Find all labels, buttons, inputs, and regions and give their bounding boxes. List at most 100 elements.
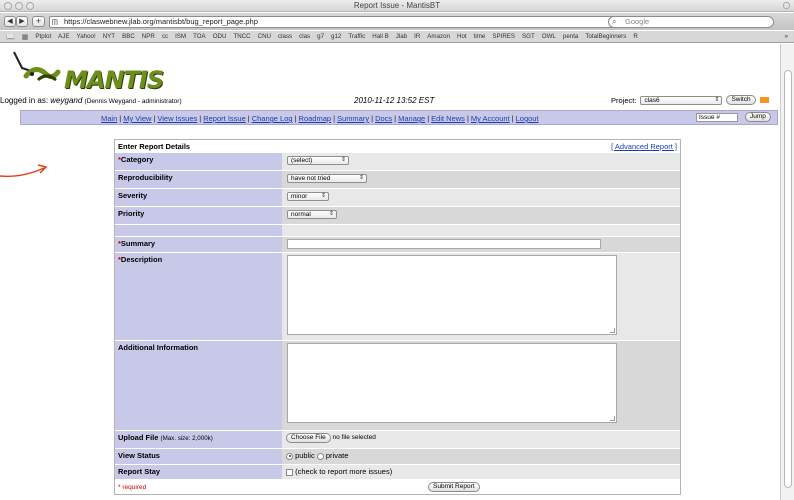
bookmark-item[interactable]: penta bbox=[563, 33, 578, 40]
report-stay-text: (check to report more issues) bbox=[295, 467, 393, 476]
select-arrows-icon: ⇕ bbox=[320, 193, 326, 199]
menu-item-edit-news[interactable]: Edit News bbox=[431, 114, 465, 123]
bookmark-item[interactable]: SGT bbox=[522, 33, 535, 40]
bookmark-item[interactable]: TotalBeginners bbox=[585, 33, 626, 40]
reproducibility-select[interactable]: have not tried ⇕ bbox=[287, 174, 367, 183]
select-arrows-icon: ⇕ bbox=[328, 211, 334, 217]
additional-info-row: Additional Information bbox=[115, 341, 680, 431]
resize-grip-icon[interactable] bbox=[610, 328, 615, 333]
menu-item-my-account[interactable]: My Account bbox=[471, 114, 510, 123]
bookmark-item[interactable]: g12 bbox=[331, 33, 341, 40]
logged-in-info: Logged in as: weygand (Dennis Weygand - … bbox=[0, 96, 182, 105]
current-datetime: 2010-11-12 13:52 EST bbox=[354, 96, 435, 105]
bookmarks-overflow-icon[interactable]: » bbox=[785, 33, 794, 40]
bookmark-item[interactable]: cc bbox=[162, 33, 168, 40]
bookmark-item[interactable]: Hot bbox=[457, 33, 467, 40]
description-textarea[interactable] bbox=[287, 255, 617, 335]
menu-item-view-issues[interactable]: View Issues bbox=[157, 114, 197, 123]
severity-label: Severity bbox=[115, 189, 282, 206]
bookmark-item[interactable]: CNU bbox=[258, 33, 271, 40]
bookmark-item[interactable]: Amazon bbox=[427, 33, 450, 40]
book-icon[interactable]: 📖 bbox=[6, 33, 15, 41]
priority-row: Priority normal ⇕ bbox=[115, 207, 680, 225]
menu-item-docs[interactable]: Docs bbox=[375, 114, 392, 123]
menu-item-report-issue[interactable]: Report Issue bbox=[203, 114, 246, 123]
form-title: Enter Report Details bbox=[118, 142, 191, 151]
summary-row: *Summary bbox=[115, 237, 680, 253]
additional-info-textarea[interactable] bbox=[287, 343, 617, 423]
bookmark-item[interactable]: ISM bbox=[175, 33, 186, 40]
logged-in-username: weygand bbox=[50, 96, 83, 105]
bookmark-item[interactable]: Traffic bbox=[348, 33, 365, 40]
choose-file-button[interactable]: Choose File bbox=[286, 433, 331, 443]
bookmark-item[interactable]: time bbox=[474, 33, 486, 40]
mantis-logo[interactable]: MANTIS bbox=[12, 50, 172, 96]
select-arrows-icon: ⇕ bbox=[714, 96, 720, 103]
menu-item-manage[interactable]: Manage bbox=[398, 114, 425, 123]
menu-item-summary[interactable]: Summary bbox=[337, 114, 369, 123]
bookmark-item[interactable]: NYT bbox=[103, 33, 115, 40]
issue-number-input[interactable]: Issue # bbox=[696, 113, 738, 122]
menu-links: Main | My View | View Issues | Report Issue | Ch… bbox=[101, 114, 539, 123]
bookmark-item[interactable]: Ptplot bbox=[35, 33, 51, 40]
scrollbar-thumb[interactable] bbox=[784, 70, 792, 488]
description-row: *Description bbox=[115, 253, 680, 341]
search-placeholder: Google bbox=[625, 17, 650, 26]
bookmark-item[interactable]: ODU bbox=[213, 33, 227, 40]
page-scrollbar[interactable] bbox=[780, 44, 794, 500]
bookmark-item[interactable]: g7 bbox=[317, 33, 324, 40]
advanced-report-link[interactable]: [ Advanced Report ] bbox=[611, 142, 677, 151]
annotation-arrow-icon bbox=[0, 164, 48, 178]
resize-grip-icon[interactable] bbox=[610, 416, 615, 421]
priority-select[interactable]: normal ⇕ bbox=[287, 210, 337, 219]
menu-item-logout[interactable]: Logout bbox=[516, 114, 539, 123]
summary-label: *Summary bbox=[115, 237, 282, 252]
bookmark-item[interactable]: class bbox=[278, 33, 292, 40]
bookmark-item[interactable]: Jlab bbox=[396, 33, 407, 40]
bookmark-item[interactable]: NPR bbox=[142, 33, 155, 40]
bookmark-item[interactable]: TNCC bbox=[233, 33, 250, 40]
public-radio[interactable] bbox=[286, 452, 293, 460]
summary-input[interactable] bbox=[287, 239, 601, 249]
private-radio[interactable] bbox=[316, 452, 324, 460]
category-label: *Category bbox=[115, 153, 282, 170]
jump-button[interactable]: Jump bbox=[745, 112, 771, 122]
submit-report-button[interactable]: Submit Report bbox=[428, 482, 480, 492]
switch-button[interactable]: Switch bbox=[726, 95, 756, 105]
bookmark-item[interactable]: IR bbox=[414, 33, 420, 40]
bookmark-item[interactable]: BBC bbox=[122, 33, 135, 40]
menu-item-main[interactable]: Main bbox=[101, 114, 117, 123]
project-select[interactable]: clas6 ⇕ bbox=[640, 95, 723, 105]
bookmark-item[interactable]: AJE bbox=[58, 33, 69, 40]
bookmark-item[interactable]: SPIRES bbox=[492, 33, 515, 40]
report-form: Enter Report Details [ Advanced Report ]… bbox=[114, 139, 681, 495]
bookmark-item[interactable]: R bbox=[633, 33, 637, 40]
bookmark-item[interactable]: TOA bbox=[193, 33, 206, 40]
rss-icon[interactable] bbox=[759, 97, 769, 103]
additional-info-label: Additional Information bbox=[115, 341, 282, 430]
forward-button[interactable]: ▶ bbox=[16, 16, 28, 27]
search-field[interactable]: ⌕ Google bbox=[608, 16, 774, 28]
severity-select[interactable]: minor ⇕ bbox=[287, 192, 329, 201]
menu-item-change-log[interactable]: Change Log bbox=[252, 114, 293, 123]
reproducibility-label: Reproducibility bbox=[115, 171, 282, 188]
menu-item-roadmap[interactable]: Roadmap bbox=[299, 114, 332, 123]
menu-item-my-view[interactable]: My View bbox=[123, 114, 151, 123]
bookmark-item[interactable]: clas bbox=[299, 33, 310, 40]
address-bar[interactable]: ᗰ https://claswebnew.jlab.org/mantisbt/b… bbox=[49, 16, 650, 28]
grid-icon[interactable]: ▦ bbox=[22, 33, 29, 41]
logged-in-label: Logged in as: bbox=[0, 96, 49, 105]
plus-icon: + bbox=[35, 16, 42, 26]
back-button[interactable]: ◀ bbox=[4, 16, 16, 27]
add-bookmark-button[interactable]: + bbox=[32, 16, 45, 27]
bookmark-item[interactable]: OWL bbox=[542, 33, 556, 40]
bookmark-item[interactable]: Yahoo! bbox=[77, 33, 96, 40]
toolbar-toggle-button[interactable] bbox=[783, 2, 790, 9]
upload-row: Upload File (Max. size: 2,000k) Choose F… bbox=[115, 431, 680, 449]
category-select[interactable]: (select) ⇕ bbox=[287, 156, 349, 165]
bookmark-item[interactable]: Hall B bbox=[372, 33, 389, 40]
report-stay-checkbox[interactable] bbox=[286, 468, 293, 476]
required-note: * required bbox=[118, 483, 147, 491]
category-row: *Category (select) ⇕ bbox=[115, 153, 680, 171]
main-menu: Main | My View | View Issues | Report Issue | Ch… bbox=[20, 110, 778, 125]
